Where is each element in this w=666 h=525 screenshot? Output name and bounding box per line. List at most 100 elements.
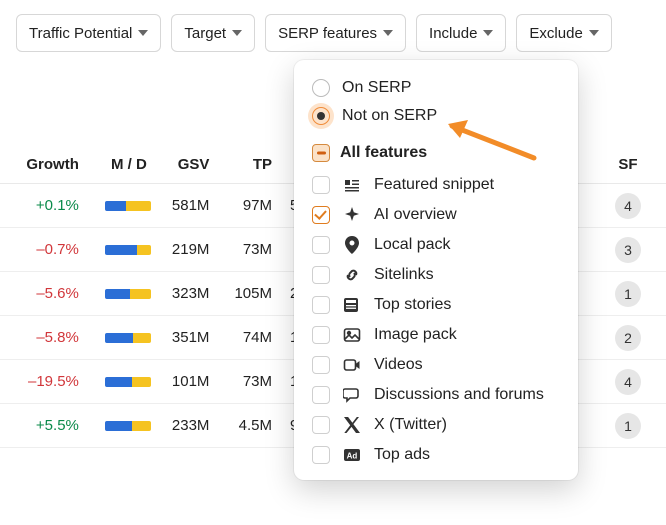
videos-icon: [342, 356, 362, 374]
svg-text:Ad: Ad: [347, 452, 358, 461]
feature-option-ai-overview[interactable]: AI overview: [294, 200, 578, 230]
sitelinks-icon: [342, 266, 362, 284]
cell-gsv: 219M: [161, 228, 224, 272]
radio-on-serp[interactable]: On SERP: [294, 74, 578, 102]
feature-option-featured-snippet[interactable]: Featured snippet: [294, 170, 578, 200]
top-stories-icon: [342, 296, 362, 314]
cell-growth: –0.7%: [0, 228, 93, 272]
feature-label: Discussions and forums: [374, 386, 544, 404]
chevron-down-icon: [138, 30, 148, 36]
radio-icon: [312, 79, 330, 97]
chevron-down-icon: [383, 30, 393, 36]
md-bar-icon: [105, 377, 151, 387]
filter-label: SERP features: [278, 25, 377, 42]
checkbox-icon: [312, 236, 330, 254]
checkbox-icon: [312, 446, 330, 464]
filter-toolbar: Traffic Potential Target SERP features I…: [0, 0, 666, 66]
local-pack-icon: [342, 236, 362, 254]
feature-option-x-twitter[interactable]: X (Twitter): [294, 410, 578, 440]
cell-md: [93, 404, 161, 448]
sf-badge[interactable]: 2: [615, 325, 641, 351]
sf-badge[interactable]: 4: [615, 369, 641, 395]
checkbox-icon: [312, 356, 330, 374]
top-ads-icon: Ad: [342, 446, 362, 464]
feature-label: Videos: [374, 356, 423, 374]
cell-tp: 105M: [223, 272, 286, 316]
cell-sf: 1: [606, 404, 666, 448]
chevron-down-icon: [589, 30, 599, 36]
feature-option-discussions[interactable]: Discussions and forums: [294, 380, 578, 410]
radio-label: Not on SERP: [342, 107, 437, 125]
cell-growth: –5.8%: [0, 316, 93, 360]
featured-snippet-icon: [342, 176, 362, 194]
filter-label: Exclude: [529, 25, 582, 42]
cell-gsv: 351M: [161, 316, 224, 360]
cell-sf: 3: [606, 228, 666, 272]
cell-tp: 73M: [223, 360, 286, 404]
cell-gsv: 323M: [161, 272, 224, 316]
feature-label: Top ads: [374, 446, 430, 464]
sf-badge[interactable]: 4: [615, 193, 641, 219]
feature-label: AI overview: [374, 206, 457, 224]
md-bar-icon: [105, 245, 151, 255]
feature-option-top-stories[interactable]: Top stories: [294, 290, 578, 320]
cell-md: [93, 228, 161, 272]
sf-badge[interactable]: 1: [615, 281, 641, 307]
cell-md: [93, 184, 161, 228]
filter-exclude[interactable]: Exclude: [516, 14, 611, 52]
feature-label: Top stories: [374, 296, 451, 314]
filter-target[interactable]: Target: [171, 14, 255, 52]
col-md[interactable]: M / D: [93, 146, 161, 184]
cell-md: [93, 360, 161, 404]
md-bar-icon: [105, 201, 151, 211]
sf-badge[interactable]: 3: [615, 237, 641, 263]
ai-overview-icon: [342, 206, 362, 224]
checkbox-icon: [312, 386, 330, 404]
feature-label: Image pack: [374, 326, 457, 344]
cell-gsv: 101M: [161, 360, 224, 404]
cell-gsv: 233M: [161, 404, 224, 448]
feature-label: Sitelinks: [374, 266, 434, 284]
image-pack-icon: [342, 326, 362, 344]
feature-label: X (Twitter): [374, 416, 447, 434]
col-sf[interactable]: SF: [606, 146, 666, 184]
chevron-down-icon: [232, 30, 242, 36]
md-bar-icon: [105, 421, 151, 431]
col-gsv[interactable]: GSV: [161, 146, 224, 184]
filter-label: Target: [184, 25, 226, 42]
feature-option-local-pack[interactable]: Local pack: [294, 230, 578, 260]
cell-tp: 74M: [223, 316, 286, 360]
feature-option-image-pack[interactable]: Image pack: [294, 320, 578, 350]
checkbox-icon: [312, 176, 330, 194]
md-bar-icon: [105, 333, 151, 343]
checkbox-icon: [312, 266, 330, 284]
filter-serp-features[interactable]: SERP features: [265, 14, 406, 52]
filter-traffic-potential[interactable]: Traffic Potential: [16, 14, 161, 52]
cell-tp: 4.5M: [223, 404, 286, 448]
radio-not-on-serp[interactable]: Not on SERP: [294, 102, 578, 130]
sf-badge[interactable]: 1: [615, 413, 641, 439]
cell-sf: 4: [606, 184, 666, 228]
cell-sf: 4: [606, 360, 666, 404]
feature-option-videos[interactable]: Videos: [294, 350, 578, 380]
cell-gsv: 581M: [161, 184, 224, 228]
checkbox-icon: [312, 206, 330, 224]
checkbox-icon: [312, 416, 330, 434]
feature-label: Local pack: [374, 236, 451, 254]
feature-option-sitelinks[interactable]: Sitelinks: [294, 260, 578, 290]
serp-features-dropdown: On SERP Not on SERP All features Feature…: [294, 60, 578, 480]
all-features-header[interactable]: All features: [294, 130, 578, 170]
discussions-icon: [342, 386, 362, 404]
filter-label: Traffic Potential: [29, 25, 132, 42]
filter-include[interactable]: Include: [416, 14, 506, 52]
chevron-down-icon: [483, 30, 493, 36]
cell-growth: –5.6%: [0, 272, 93, 316]
cell-sf: 1: [606, 272, 666, 316]
cell-tp: 73M: [223, 228, 286, 272]
col-growth[interactable]: Growth: [0, 146, 93, 184]
col-tp[interactable]: TP: [223, 146, 286, 184]
cell-md: [93, 316, 161, 360]
cell-growth: +0.1%: [0, 184, 93, 228]
cell-sf: 2: [606, 316, 666, 360]
feature-option-top-ads[interactable]: Ad Top ads: [294, 440, 578, 470]
